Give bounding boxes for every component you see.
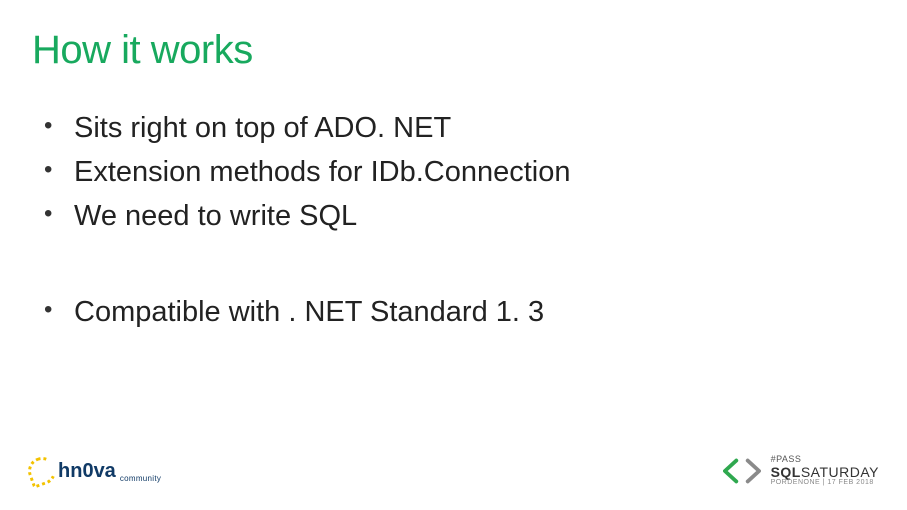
event-title-sql: SQL — [771, 464, 801, 480]
event-location: PORDENONE | 17 FEB 2018 — [771, 479, 879, 486]
slide: How it works Sits right on top of ADO. N… — [0, 0, 907, 510]
footer: hn0va community #PASS SQLSATURDAY PORDEN… — [0, 446, 907, 496]
spacer — [32, 239, 875, 291]
swirl-icon — [24, 453, 60, 489]
brand-text-1: hn — [58, 460, 82, 482]
sponsor-brand: hn0va — [58, 460, 116, 483]
slide-title: How it works — [32, 28, 875, 73]
brand-text-3: va — [94, 460, 116, 482]
sponsor-subtitle: community — [120, 474, 161, 483]
bullet-item: Extension methods for IDb.Connection — [32, 151, 875, 193]
bullet-item: Sits right on top of ADO. NET — [32, 107, 875, 149]
event-title-saturday: SATURDAY — [801, 464, 879, 480]
bullet-item: Compatible with . NET Standard 1. 3 — [32, 291, 875, 333]
angle-brackets-icon — [723, 458, 761, 484]
sponsor-logo-left: hn0va community — [28, 457, 161, 485]
event-title: SQLSATURDAY — [771, 465, 879, 480]
bullet-list-1: Sits right on top of ADO. NET Extension … — [32, 107, 875, 237]
brand-text-2: 0 — [82, 460, 93, 482]
bullet-list-2: Compatible with . NET Standard 1. 3 — [32, 291, 875, 333]
event-logo-right: #PASS SQLSATURDAY PORDENONE | 17 FEB 201… — [723, 455, 879, 486]
bullet-item: We need to write SQL — [32, 195, 875, 237]
event-text-block: #PASS SQLSATURDAY PORDENONE | 17 FEB 201… — [771, 455, 879, 486]
